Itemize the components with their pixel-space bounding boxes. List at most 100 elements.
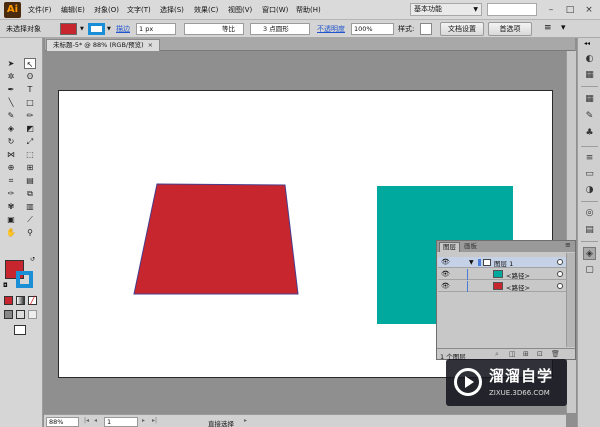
arrange-icon[interactable]: ≡	[544, 23, 552, 33]
draw-normal-icon[interactable]	[4, 310, 13, 319]
magic-wand-icon[interactable]: ✲	[5, 71, 17, 82]
graphic-styles-icon[interactable]: ▤	[583, 224, 596, 237]
delete-icon[interactable]: 🗑	[551, 350, 560, 358]
gradient-panel-icon[interactable]: ▭	[583, 168, 596, 181]
previous-artboard-icon[interactable]: ◂	[94, 417, 97, 424]
last-artboard-icon[interactable]: ▸|	[152, 417, 157, 424]
preferences-button[interactable]: 首选项	[488, 22, 532, 36]
maximize-icon[interactable]: □	[562, 4, 578, 16]
slice-tool-icon[interactable]: ⟋	[24, 214, 36, 225]
width-tool-icon[interactable]: ⋈	[5, 149, 17, 160]
close-icon[interactable]: ×	[148, 41, 153, 49]
draw-behind-icon[interactable]	[16, 310, 25, 319]
chevron-down-icon[interactable]: ▼	[80, 26, 84, 32]
artboard-tool-icon[interactable]: ▣	[5, 214, 17, 225]
mesh-icon[interactable]: ⌗	[5, 175, 17, 186]
sublayer-row[interactable]: 👁 <路径>	[438, 269, 566, 280]
eraser-icon[interactable]: ◩	[24, 123, 36, 134]
brushes-icon[interactable]: ✎	[583, 110, 596, 123]
zoom-field[interactable]: 88%	[46, 417, 79, 427]
fill-color-swatch[interactable]	[60, 23, 77, 35]
panel-menu-icon[interactable]: ▾	[561, 23, 566, 33]
symbols-icon[interactable]: ♣	[583, 127, 596, 140]
stroke-panel-icon[interactable]: ≡	[583, 152, 596, 165]
appearance-icon[interactable]: ◎	[583, 207, 596, 220]
opacity-link[interactable]: 不透明度	[317, 24, 345, 34]
blend-icon[interactable]: ⧉	[24, 188, 36, 199]
stroke-weight-field[interactable]: 1 px	[136, 23, 176, 35]
menu-edit[interactable]: 编辑(E)	[61, 5, 85, 15]
direct-selection-tool-icon[interactable]: ↖	[24, 58, 36, 69]
graphic-style-swatch[interactable]	[420, 23, 432, 35]
gradient-mode-icon[interactable]	[16, 296, 25, 305]
workspace-switcher[interactable]: 基本功能 ▼	[410, 3, 482, 16]
brush-definition[interactable]: 3 点圆形	[250, 23, 310, 35]
menu-file[interactable]: 文件(F)	[28, 5, 52, 15]
layers-icon[interactable]: ◈	[583, 247, 596, 260]
default-colors-icon[interactable]: ◘	[3, 282, 8, 289]
make-clipping-mask-icon[interactable]: ◫	[509, 350, 516, 358]
color-panel-icon[interactable]: ◐	[583, 53, 596, 66]
menu-select[interactable]: 选择(S)	[160, 5, 184, 15]
gradient-icon[interactable]: ▤	[24, 175, 36, 186]
search-input[interactable]	[487, 3, 537, 16]
red-trapezoid-path[interactable]	[133, 183, 299, 295]
layer-row[interactable]: 👁 ▼ 图层 1	[438, 257, 566, 268]
target-circle-icon[interactable]	[557, 271, 563, 277]
transparency-icon[interactable]: ◑	[583, 184, 596, 197]
color-guide-icon[interactable]: ▦	[583, 69, 596, 82]
color-mode-icon[interactable]	[4, 296, 13, 305]
stroke-link[interactable]: 描边	[116, 24, 130, 34]
eyedropper-icon[interactable]: ✑	[5, 188, 17, 199]
opacity-field[interactable]: 100%	[351, 23, 394, 35]
blob-brush-icon[interactable]: ◈	[5, 123, 17, 134]
selection-tool-icon[interactable]: ➤	[5, 58, 17, 69]
menu-help[interactable]: 帮助(H)	[296, 5, 321, 15]
variable-width-profile[interactable]: 等比	[184, 23, 244, 35]
screen-mode-icon[interactable]	[14, 325, 26, 335]
rotate-icon[interactable]: ↻	[5, 136, 17, 147]
free-transform-icon[interactable]: ⬚	[24, 149, 36, 160]
visibility-eye-icon[interactable]: 👁	[441, 270, 450, 278]
artboard-number-field[interactable]: 1	[104, 417, 138, 427]
menu-object[interactable]: 对象(O)	[94, 5, 119, 15]
document-setup-button[interactable]: 文档设置	[440, 22, 484, 36]
document-tab[interactable]: 未标题-5* @ 88% (RGB/预览) ×	[46, 39, 161, 51]
new-layer-icon[interactable]: ⊡	[537, 350, 543, 358]
zoom-tool-icon[interactable]: ⚲	[24, 227, 36, 238]
shape-builder-icon[interactable]: ⊕	[5, 162, 17, 173]
scale-icon[interactable]: ⤢	[24, 136, 36, 147]
layers-scrollbar[interactable]	[566, 253, 575, 347]
new-sublayer-icon[interactable]: ⊞	[523, 350, 529, 358]
panel-menu-icon[interactable]: ≡	[565, 241, 571, 249]
next-artboard-icon[interactable]: ▸	[142, 417, 145, 424]
perspective-grid-icon[interactable]: ⊞	[24, 162, 36, 173]
visibility-eye-icon[interactable]: 👁	[441, 258, 450, 266]
sublayer-row[interactable]: 👁 <路径>	[438, 281, 566, 292]
menu-view[interactable]: 视图(V)	[228, 5, 252, 15]
draw-inside-icon[interactable]	[28, 310, 37, 319]
rectangle-tool-icon[interactable]: □	[24, 97, 36, 108]
status-menu-icon[interactable]: ▸	[244, 417, 247, 424]
paintbrush-icon[interactable]: ✎	[5, 110, 17, 121]
expand-triangle-icon[interactable]: ▼	[469, 259, 474, 266]
artboards-icon[interactable]: ▢	[583, 264, 596, 277]
visibility-eye-icon[interactable]: 👁	[441, 282, 450, 290]
target-circle-icon[interactable]	[557, 283, 563, 289]
pencil-icon[interactable]: ✏	[24, 110, 36, 121]
first-artboard-icon[interactable]: |◂	[84, 417, 89, 424]
tab-artboards[interactable]: 画板	[461, 242, 480, 252]
none-mode-icon[interactable]: ╱	[28, 296, 37, 305]
locate-object-icon[interactable]: ⌕	[495, 350, 499, 359]
symbol-sprayer-icon[interactable]: ✾	[5, 201, 17, 212]
swatches-icon[interactable]: ▦	[583, 93, 596, 106]
chevron-down-icon[interactable]: ▼	[107, 26, 111, 32]
line-tool-icon[interactable]: ╲	[5, 97, 17, 108]
menu-window[interactable]: 窗口(W)	[262, 5, 288, 15]
hand-tool-icon[interactable]: ✋	[5, 227, 17, 238]
menu-type[interactable]: 文字(T)	[127, 5, 151, 15]
tab-layers[interactable]: 图层	[439, 242, 460, 252]
lasso-icon[interactable]: ʘ	[24, 71, 36, 82]
target-circle-icon[interactable]	[557, 259, 563, 265]
stroke-color-swatch[interactable]	[88, 23, 105, 35]
